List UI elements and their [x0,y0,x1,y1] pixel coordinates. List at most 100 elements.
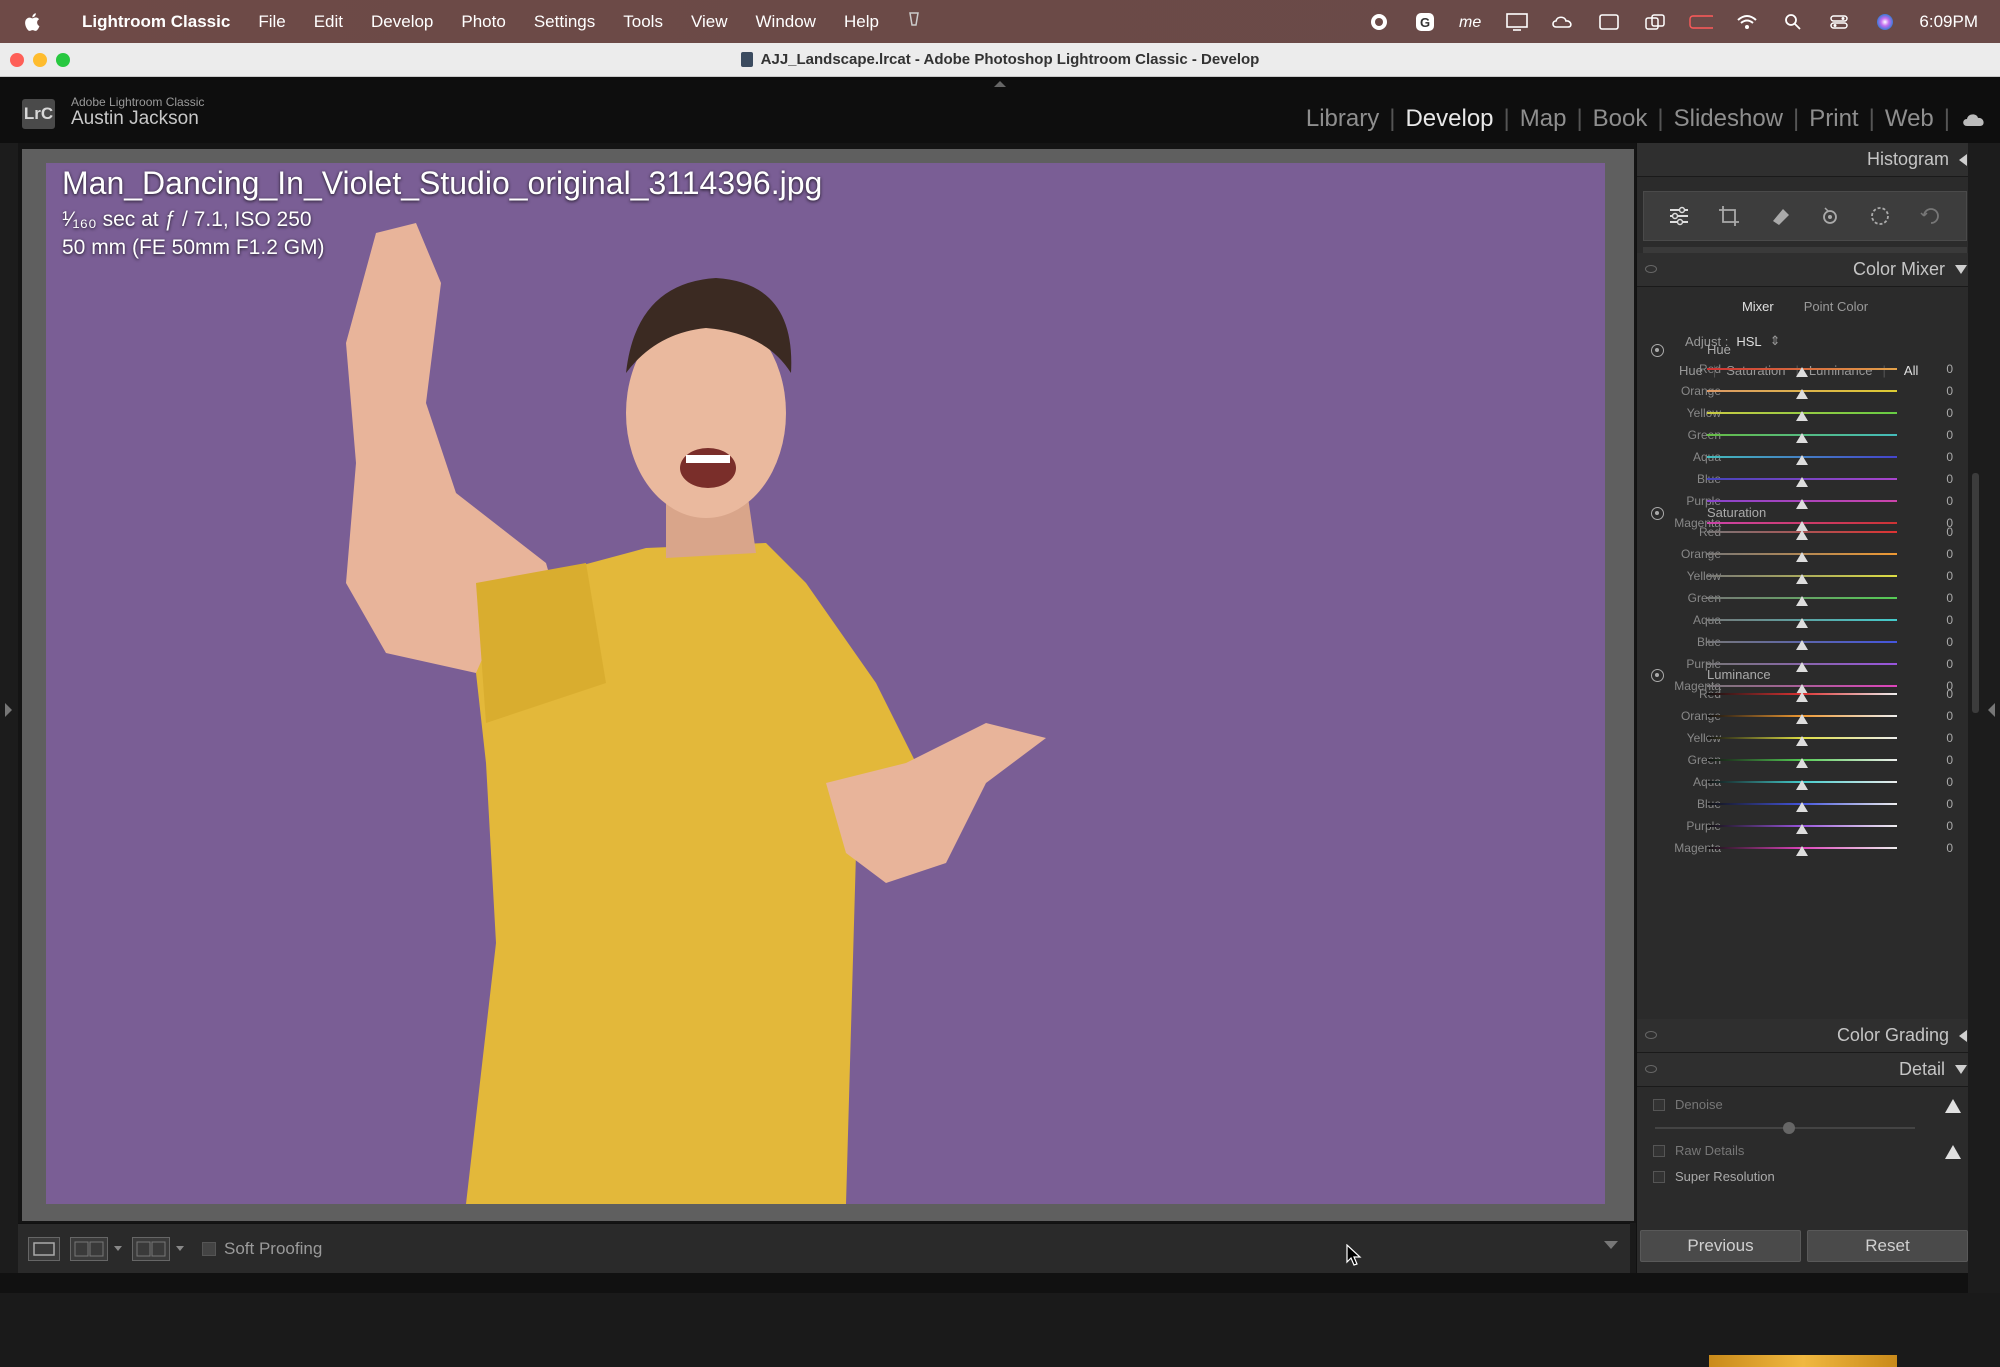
denoise-slider-knob[interactable] [1783,1122,1795,1134]
slider-knob[interactable] [1796,477,1808,487]
slider-saturation-red[interactable]: Red0 [1637,521,1981,543]
before-after-lr-button[interactable] [70,1236,108,1261]
menu-edit[interactable]: Edit [300,12,357,32]
collapse-top-panel-icon[interactable] [994,81,1006,87]
tab-point-color[interactable]: Point Color [1804,299,1868,314]
denoise-warning-icon[interactable] [1945,1099,1961,1113]
menu-view[interactable]: View [677,12,742,32]
slider-knob[interactable] [1796,367,1808,377]
wifi-icon[interactable] [1735,12,1759,32]
expand-left-panel-icon[interactable] [5,703,12,717]
slider-value[interactable]: 0 [1933,569,1953,583]
slider-knob[interactable] [1796,389,1808,399]
masking-icon[interactable] [1868,204,1892,228]
raw-details-checkbox[interactable] [1653,1144,1665,1157]
slider-value[interactable]: 0 [1933,384,1953,398]
slider-value[interactable]: 0 [1933,753,1953,767]
healing-eraser-icon[interactable] [1768,204,1792,228]
slider-luminance-yellow[interactable]: Yellow 0 [1637,727,1981,749]
swap-dropdown-icon[interactable] [176,1246,184,1251]
menu-help[interactable]: Help [830,12,893,32]
targeted-adjustment-icon[interactable] [1651,669,1664,682]
slider-value[interactable]: 0 [1933,797,1953,811]
menu-photo[interactable]: Photo [447,12,519,32]
slider-knob[interactable] [1796,736,1808,746]
menu-settings[interactable]: Settings [520,12,609,32]
soft-proofing-checkbox[interactable] [202,1241,216,1256]
loupe-view-button[interactable] [28,1236,60,1261]
reset-button[interactable]: Reset [1807,1230,1968,1262]
collapse-panel-icon[interactable] [1955,265,1967,274]
before-after-swap-button[interactable] [132,1236,170,1261]
slider-value[interactable]: 0 [1933,657,1953,671]
slider-knob[interactable] [1796,433,1808,443]
cloud-sync-icon[interactable] [1960,108,1988,130]
filmstrip-collapsed[interactable] [0,1273,2000,1293]
slider-value[interactable]: 0 [1933,841,1953,855]
slider-value[interactable]: 0 [1933,525,1953,539]
slider-knob[interactable] [1796,802,1808,812]
module-map[interactable]: Map [1510,105,1577,133]
siri-icon[interactable] [1873,12,1897,32]
slider-knob[interactable] [1796,574,1808,584]
slider-hue-aqua[interactable]: Aqua0 [1637,446,1981,468]
control-center-icon[interactable] [1827,12,1851,32]
expand-panel-icon[interactable] [1959,153,1967,166]
slider-knob[interactable] [1796,846,1808,856]
slider-value[interactable]: 0 [1933,591,1953,605]
color-mixer-panel-header[interactable]: Color Mixer [1637,253,1981,287]
photo-preview[interactable] [46,163,1605,1204]
slider-hue-purple[interactable]: Purple 0 [1637,490,1981,512]
tab-mixer[interactable]: Mixer [1742,299,1774,314]
slider-knob[interactable] [1796,824,1808,834]
slider-value[interactable]: 0 [1933,775,1953,789]
slider-value[interactable]: 0 [1933,547,1953,561]
slider-hue-yellow[interactable]: Yellow 0 [1637,402,1981,424]
panel-visibility-eye-icon[interactable] [1645,265,1657,273]
slider-knob[interactable] [1796,618,1808,628]
module-slideshow[interactable]: Slideshow [1664,105,1793,133]
raw-details-row[interactable]: Raw Details [1653,1143,1744,1158]
adjust-dropdown-caret-icon[interactable]: ⇕ [1770,333,1781,349]
slider-knob[interactable] [1796,662,1808,672]
menu-develop[interactable]: Develop [357,12,447,32]
previous-button[interactable]: Previous [1640,1230,1801,1262]
red-eye-icon[interactable] [1818,204,1842,228]
slider-saturation-yellow[interactable]: Yellow 0 [1637,565,1981,587]
menu-window[interactable]: Window [742,12,830,32]
slider-value[interactable]: 0 [1933,406,1953,420]
right-panel-scrollbar[interactable] [1968,143,2000,1293]
slider-knob[interactable] [1796,714,1808,724]
slider-hue-red[interactable]: Red0 [1637,358,1981,380]
toolbar-content-dropdown-icon[interactable] [1604,1241,1618,1249]
slider-value[interactable]: 0 [1933,709,1953,723]
slider-value[interactable]: 0 [1933,472,1953,486]
panel-visibility-eye-icon[interactable] [1645,1065,1657,1073]
slider-luminance-purple[interactable]: Purple 0 [1637,815,1981,837]
minimize-window-button[interactable] [33,53,47,67]
me-icon[interactable]: me [1459,12,1483,32]
raw-details-warning-icon[interactable] [1945,1145,1961,1159]
slider-hue-blue[interactable]: Blue0 [1637,468,1981,490]
slider-value[interactable]: 0 [1933,635,1953,649]
menu-app-name[interactable]: Lightroom Classic [62,12,244,32]
slider-saturation-orange[interactable]: Orange 0 [1637,543,1981,565]
menubar-clock[interactable]: 6:09PM [1919,12,1978,32]
slider-knob[interactable] [1796,640,1808,650]
slider-knob[interactable] [1796,780,1808,790]
slider-luminance-magenta[interactable]: Magenta 0 [1637,837,1981,859]
color-grading-panel-header[interactable]: Color Grading [1637,1019,1981,1053]
targeted-adjustment-icon[interactable] [1651,507,1664,520]
search-icon[interactable] [1781,12,1805,32]
slider-saturation-blue[interactable]: Blue0 [1637,631,1981,653]
slider-knob[interactable] [1796,758,1808,768]
zoom-window-button[interactable] [56,53,70,67]
denoise-amount-slider[interactable] [1655,1122,1915,1134]
close-window-button[interactable] [10,53,24,67]
collapse-panel-icon[interactable] [1955,1065,1967,1074]
slider-hue-orange[interactable]: Orange 0 [1637,380,1981,402]
module-book[interactable]: Book [1583,105,1658,133]
histogram-panel-header[interactable]: Histogram [1637,143,1981,177]
panel-visibility-eye-icon[interactable] [1645,1031,1657,1039]
before-after-dropdown-icon[interactable] [114,1246,122,1251]
